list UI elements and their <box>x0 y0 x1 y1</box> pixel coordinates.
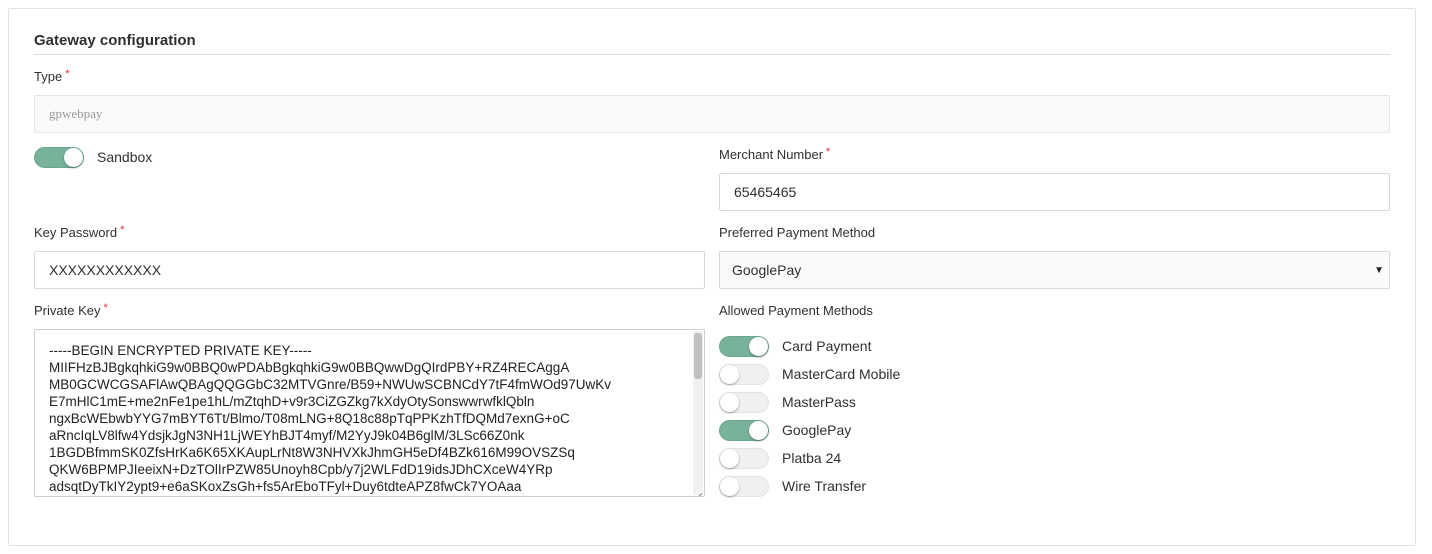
toggle-knob <box>749 421 768 440</box>
dropdown-caret-icon: ▼ <box>1374 265 1384 276</box>
toggle-knob <box>749 337 768 356</box>
section-divider <box>34 54 1390 55</box>
preferred-payment-label: Preferred Payment Method <box>719 225 876 240</box>
toggle-mastercard-mobile[interactable] <box>719 364 769 385</box>
method-label-platba-24: Platba 24 <box>782 450 842 466</box>
toggle-platba-24[interactable] <box>719 448 769 469</box>
toggle-card-payment[interactable] <box>719 336 769 357</box>
merchant-number-input[interactable]: 65465465 <box>719 173 1390 211</box>
allowed-methods-label: Allowed Payment Methods <box>719 303 873 318</box>
merchant-number-value: 65465465 <box>734 184 797 200</box>
key-password-input[interactable]: XXXXXXXXXXXX <box>34 251 705 289</box>
toggle-googlepay[interactable] <box>719 420 769 441</box>
preferred-payment-select[interactable]: GooglePay ▼ <box>719 251 1390 289</box>
toggle-knob <box>720 449 739 468</box>
private-key-textarea[interactable]: -----BEGIN ENCRYPTED PRIVATE KEY----- MI… <box>34 329 705 497</box>
type-label: Type * <box>34 68 70 84</box>
key-password-label: Key Password * <box>34 224 125 240</box>
resize-handle-icon[interactable] <box>695 487 703 495</box>
merchant-number-label: Merchant Number * <box>719 146 831 162</box>
toggle-knob <box>720 477 739 496</box>
toggle-knob <box>720 393 739 412</box>
method-label-masterpass: MasterPass <box>782 394 856 410</box>
sandbox-toggle[interactable] <box>34 147 84 168</box>
toggle-wire-transfer[interactable] <box>719 476 769 497</box>
method-label-googlepay: GooglePay <box>782 422 852 438</box>
method-label-mastercard-mobile: MasterCard Mobile <box>782 366 901 382</box>
key-password-value: XXXXXXXXXXXX <box>49 262 162 278</box>
textarea-scrollbar-thumb[interactable] <box>694 333 702 379</box>
private-key-label: Private Key * <box>34 302 108 318</box>
toggle-masterpass[interactable] <box>719 392 769 413</box>
section-title: Gateway configuration <box>34 32 196 49</box>
sandbox-label: Sandbox <box>97 149 153 165</box>
private-key-content: -----BEGIN ENCRYPTED PRIVATE KEY----- MI… <box>49 343 612 494</box>
method-label-card-payment: Card Payment <box>782 338 872 354</box>
toggle-knob <box>720 365 739 384</box>
preferred-payment-value: GooglePay <box>732 262 802 278</box>
required-marker: * <box>65 68 70 80</box>
type-value: gpwebpay <box>49 106 103 121</box>
toggle-knob <box>64 148 83 167</box>
required-marker: * <box>120 224 125 236</box>
required-marker: * <box>826 146 831 158</box>
required-marker: * <box>103 302 108 314</box>
type-field: gpwebpay <box>34 95 1390 133</box>
method-label-wire-transfer: Wire Transfer <box>782 478 867 494</box>
